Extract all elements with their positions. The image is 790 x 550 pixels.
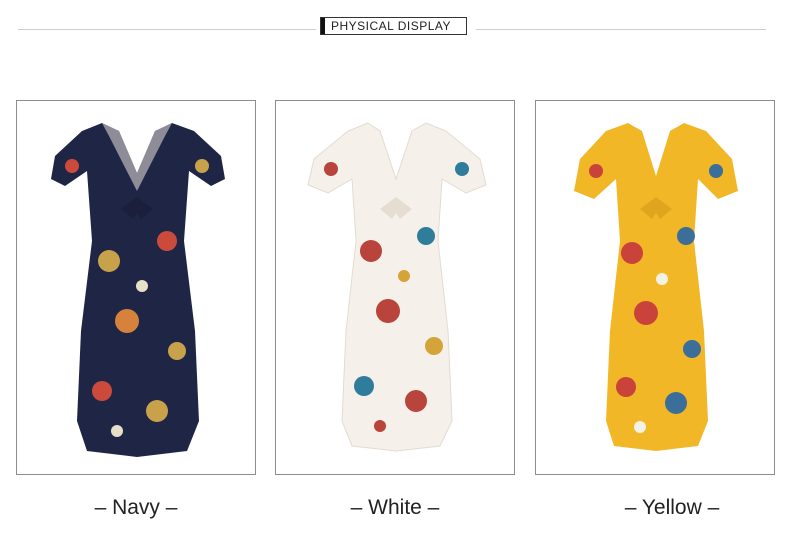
- product-card-navy[interactable]: [16, 100, 256, 475]
- yellow-dress-image: [574, 123, 738, 451]
- header-divider-right: [476, 29, 766, 30]
- white-dress-image: [307, 122, 487, 452]
- variant-label-yellow: – Yellow –: [624, 496, 720, 519]
- title-accent-bar: [321, 18, 325, 34]
- section-title-text: PHYSICAL DISPLAY: [331, 19, 452, 33]
- product-card-yellow[interactable]: [535, 100, 775, 475]
- product-card-white[interactable]: [275, 100, 515, 475]
- navy-dress-image: [51, 123, 225, 457]
- header-divider-left: [18, 29, 316, 30]
- variant-label-navy: – Navy –: [94, 496, 178, 519]
- variant-label-white: – White –: [350, 496, 440, 519]
- section-title: PHYSICAL DISPLAY: [320, 17, 467, 35]
